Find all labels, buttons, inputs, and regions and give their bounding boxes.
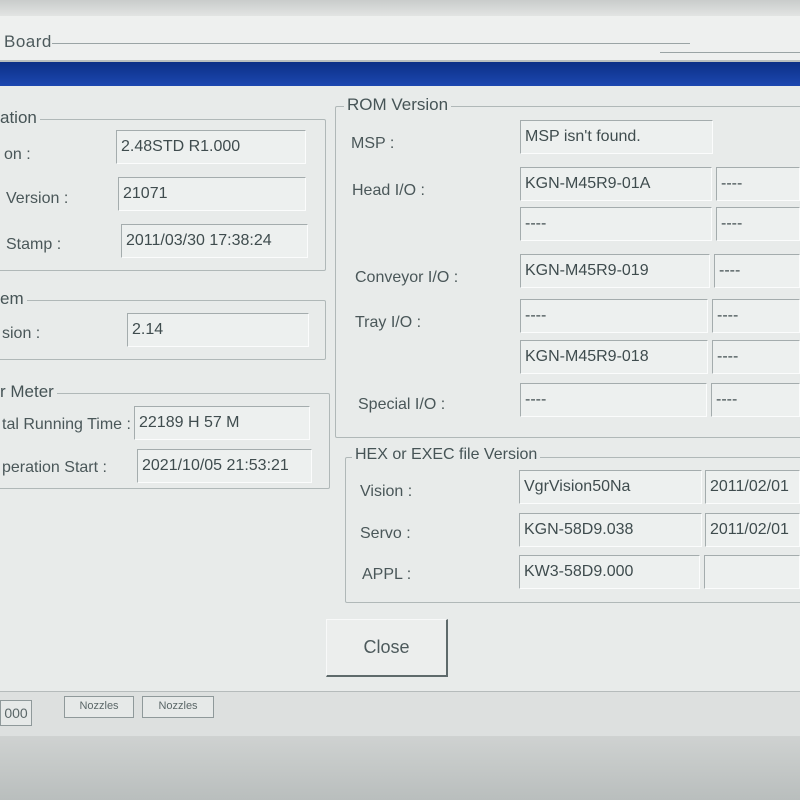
msp-value: MSP isn't found. [520, 120, 713, 154]
system-label-1: sion : [2, 325, 41, 342]
title-divider [52, 43, 690, 44]
info-label-1: on : [4, 146, 31, 163]
window-title: Board [4, 32, 52, 51]
special-io-label: Special I/O : [358, 396, 446, 413]
info-value-2: 21071 [118, 177, 306, 211]
tray-io-value-4: ---- [712, 340, 800, 374]
info-value-3: 2011/03/30 17:38:24 [121, 224, 308, 258]
head-io-value-1: KGN-M45R9-01A [520, 167, 712, 201]
vision-value: VgrVision50Na [519, 470, 702, 504]
system-group-title: em [0, 289, 27, 309]
meter-label-1: tal Running Time : [2, 416, 131, 433]
rom-version-title: ROM Version [344, 95, 452, 115]
meter-value-2: 2021/10/05 21:53:21 [137, 449, 312, 483]
status-bar: 000 Nozzles Nozzles [0, 691, 800, 736]
head-io-value-3: ---- [520, 207, 712, 241]
msp-label: MSP : [351, 135, 395, 152]
status-tab-nozzles-1[interactable]: Nozzles [64, 696, 134, 718]
info-label-3: Stamp : [6, 236, 62, 253]
appl-date [704, 555, 800, 589]
tray-io-value-2: ---- [712, 299, 800, 333]
close-button[interactable]: Close [326, 619, 448, 677]
tray-io-label: Tray I/O : [355, 314, 422, 331]
status-tab-1[interactable]: 000 [0, 700, 32, 726]
conveyor-io-value-1: KGN-M45R9-019 [520, 254, 710, 288]
conveyor-io-value-2: ---- [714, 254, 800, 288]
meter-group-title: r Meter [0, 382, 57, 402]
title-bar: Board [0, 16, 800, 62]
head-io-label: Head I/O : [352, 182, 425, 199]
meter-label-2: peration Start : [2, 459, 107, 476]
appl-label: APPL : [362, 566, 412, 583]
meter-value-1: 22189 H 57 M [134, 406, 310, 440]
monitor-bezel-top [0, 0, 800, 16]
info-label-2: Version : [6, 190, 69, 207]
tray-io-value-3: KGN-M45R9-018 [520, 340, 708, 374]
monitor-bezel-bottom [0, 736, 800, 800]
title-divider-right [660, 52, 800, 53]
special-io-value-2: ---- [711, 383, 800, 417]
appl-value: KW3-58D9.000 [519, 555, 700, 589]
info-group-title: ation [0, 108, 40, 128]
servo-label: Servo : [360, 525, 411, 542]
head-io-value-4: ---- [716, 207, 800, 241]
version-info-dialog: ation on : 2.48STD R1.000 Version : 2107… [0, 86, 800, 691]
hex-exec-title: HEX or EXEC file Version [352, 446, 541, 464]
header-band [0, 62, 800, 86]
vision-label: Vision : [360, 483, 413, 500]
servo-date: 2011/02/01 [705, 513, 800, 547]
info-value-1: 2.48STD R1.000 [116, 130, 306, 164]
head-io-value-2: ---- [716, 167, 800, 201]
conveyor-io-label: Conveyor I/O : [355, 269, 459, 286]
vision-date: 2011/02/01 [705, 470, 800, 504]
status-tab-nozzles-2[interactable]: Nozzles [142, 696, 214, 718]
system-value-1: 2.14 [127, 313, 309, 347]
special-io-value-1: ---- [520, 383, 707, 417]
servo-value: KGN-58D9.038 [519, 513, 702, 547]
tray-io-value-1: ---- [520, 299, 708, 333]
